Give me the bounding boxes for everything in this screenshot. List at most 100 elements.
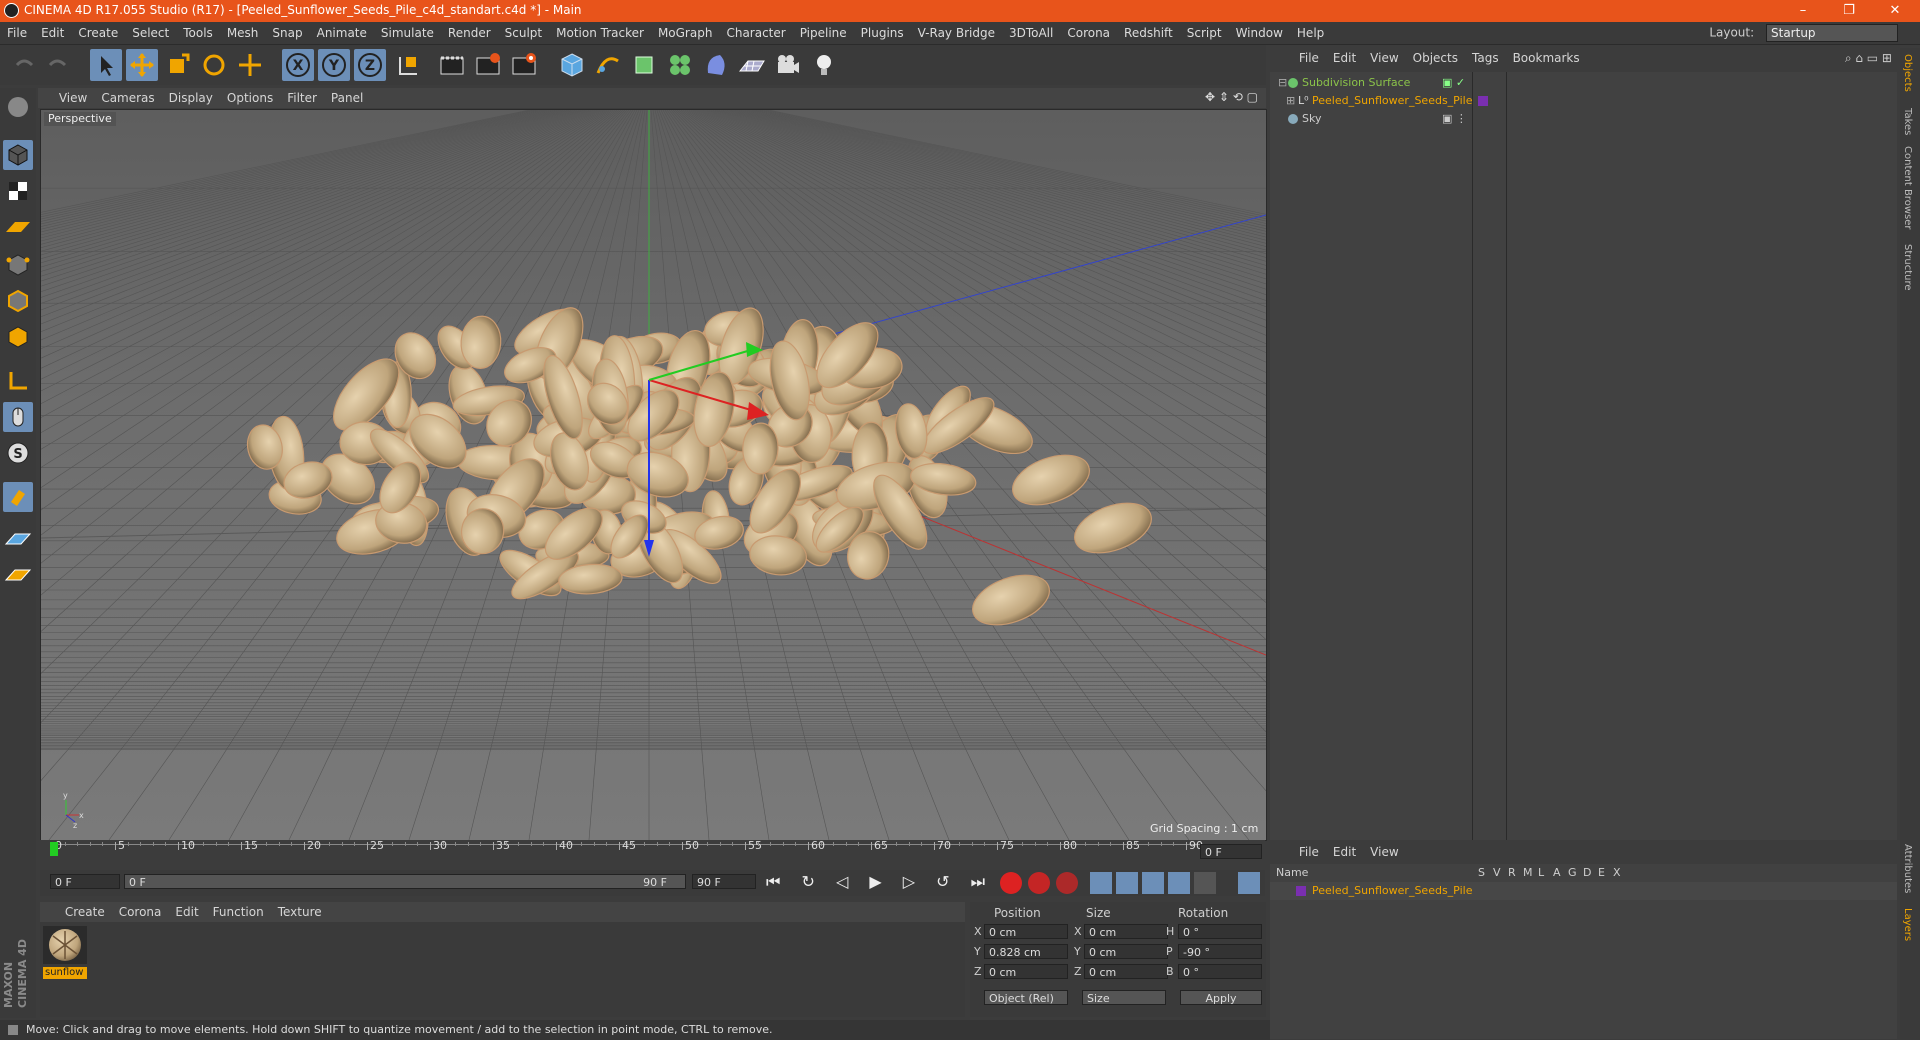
- camera-icon[interactable]: [772, 49, 804, 81]
- apply-button[interactable]: Apply: [1180, 990, 1262, 1005]
- viewport-menu-panel[interactable]: Panel: [324, 88, 370, 108]
- rotation-field[interactable]: 0 °: [1178, 964, 1262, 979]
- rotate-tool-icon[interactable]: [198, 49, 230, 81]
- objects-menu-file[interactable]: File: [1292, 48, 1326, 68]
- menu-snap[interactable]: Snap: [265, 22, 309, 44]
- menu-tools[interactable]: Tools: [176, 22, 220, 44]
- 3d-viewport[interactable]: y x z: [40, 109, 1267, 841]
- polygons-mode-icon[interactable]: [3, 322, 33, 352]
- workplane-mode-icon[interactable]: [3, 212, 33, 242]
- object-manager-icons[interactable]: ⌕ ⌂ ▭ ⊞: [1845, 51, 1892, 66]
- start-frame-field[interactable]: 0 F: [50, 874, 120, 889]
- menu-edit[interactable]: Edit: [34, 22, 71, 44]
- menu-pipeline[interactable]: Pipeline: [793, 22, 854, 44]
- texture-mode-icon[interactable]: [3, 176, 33, 206]
- record-icon[interactable]: [1000, 872, 1022, 894]
- menu-vray-bridge[interactable]: V-Ray Bridge: [911, 22, 1002, 44]
- layer-column-header[interactable]: M: [1523, 866, 1533, 879]
- pla-key-icon[interactable]: [1194, 872, 1216, 894]
- menu-character[interactable]: Character: [719, 22, 792, 44]
- model-mode-icon[interactable]: [3, 140, 33, 170]
- objects-menu-bookmarks[interactable]: Bookmarks: [1506, 48, 1587, 68]
- floor-icon[interactable]: [736, 49, 768, 81]
- x-axis-lock-icon[interactable]: X: [282, 49, 314, 81]
- snap-icon[interactable]: S: [3, 438, 33, 468]
- layers-menu-view[interactable]: View: [1363, 842, 1405, 862]
- menu-animate[interactable]: Animate: [310, 22, 374, 44]
- pen-spline-icon[interactable]: [592, 49, 624, 81]
- layer-column-header[interactable]: G: [1568, 866, 1577, 879]
- menu-select[interactable]: Select: [125, 22, 176, 44]
- layer-row[interactable]: Peeled_Sunflower_Seeds_Pile: [1270, 882, 1897, 900]
- layer-column-header[interactable]: L: [1538, 866, 1544, 879]
- coordinate-system-icon[interactable]: [392, 49, 424, 81]
- layers-menu-file[interactable]: File: [1292, 842, 1326, 862]
- rotation-key-icon[interactable]: [1142, 872, 1164, 894]
- menu-mesh[interactable]: Mesh: [220, 22, 266, 44]
- rotation-field[interactable]: -90 °: [1178, 944, 1262, 959]
- layer-column-header[interactable]: D: [1583, 866, 1591, 879]
- object-row-subdivision[interactable]: ⊟ Subdivision Surface ▣ ✓: [1270, 74, 1897, 92]
- viewport-menu-options[interactable]: Options: [220, 88, 280, 108]
- transform-tool-icon[interactable]: [234, 49, 266, 81]
- position-key-icon[interactable]: [1090, 872, 1112, 894]
- keyframe-selection-icon[interactable]: [1056, 872, 1078, 894]
- redo-icon[interactable]: [42, 49, 74, 81]
- viewport-menu-display[interactable]: Display: [162, 88, 220, 108]
- playhead[interactable]: [50, 842, 58, 856]
- close-button[interactable]: ✕: [1872, 0, 1918, 22]
- menu-script[interactable]: Script: [1180, 22, 1229, 44]
- cloner-icon[interactable]: [664, 49, 696, 81]
- select-arrow-icon[interactable]: [90, 49, 122, 81]
- size-mode-dropdown[interactable]: Size: [1082, 990, 1166, 1005]
- layer-column-header[interactable]: V: [1493, 866, 1501, 879]
- position-field[interactable]: 0 cm: [984, 964, 1068, 979]
- menu-motion-tracker[interactable]: Motion Tracker: [549, 22, 651, 44]
- minimize-button[interactable]: –: [1780, 0, 1826, 22]
- size-field[interactable]: 0 cm: [1084, 964, 1168, 979]
- tab-content-browser[interactable]: Content Browser: [1902, 146, 1913, 229]
- workplane-lock-icon[interactable]: [3, 526, 33, 556]
- layer-column-header[interactable]: R: [1508, 866, 1516, 879]
- objects-menu-tags[interactable]: Tags: [1465, 48, 1506, 68]
- layer-column-header[interactable]: X: [1613, 866, 1621, 879]
- frame-range-slider[interactable]: 0 F 90 F: [124, 874, 686, 889]
- quantize-icon[interactable]: [3, 562, 33, 592]
- current-frame-field[interactable]: 0 F: [1200, 844, 1262, 859]
- subdivision-surface-icon[interactable]: [628, 49, 660, 81]
- menu-sculpt[interactable]: Sculpt: [498, 22, 549, 44]
- menu-file[interactable]: File: [0, 22, 34, 44]
- menu-help[interactable]: Help: [1290, 22, 1331, 44]
- menu-mograph[interactable]: MoGraph: [651, 22, 720, 44]
- maximize-button[interactable]: ❐: [1826, 0, 1872, 22]
- parameter-key-icon[interactable]: [1168, 872, 1190, 894]
- edges-mode-icon[interactable]: [3, 286, 33, 316]
- tab-attributes[interactable]: Attributes: [1902, 844, 1913, 893]
- objects-menu-objects[interactable]: Objects: [1406, 48, 1465, 68]
- end-frame-field[interactable]: 90 F: [692, 874, 756, 889]
- cube-primitive-icon[interactable]: [556, 49, 588, 81]
- undo-icon[interactable]: [8, 49, 40, 81]
- tab-structure[interactable]: Structure: [1902, 244, 1913, 291]
- layer-column-header[interactable]: S: [1478, 866, 1485, 879]
- scale-key-icon[interactable]: [1116, 872, 1138, 894]
- magnet-icon[interactable]: [3, 482, 33, 512]
- layer-column-header[interactable]: E: [1598, 866, 1605, 879]
- material-menu-edit[interactable]: Edit: [168, 902, 205, 922]
- y-axis-lock-icon[interactable]: Y: [318, 49, 350, 81]
- move-tool-icon[interactable]: [126, 49, 158, 81]
- material-menu-corona[interactable]: Corona: [112, 902, 169, 922]
- tab-takes[interactable]: Takes: [1902, 108, 1913, 135]
- z-axis-lock-icon[interactable]: Z: [354, 49, 386, 81]
- layout-dropdown[interactable]: Startup: [1766, 24, 1898, 42]
- objects-menu-view[interactable]: View: [1363, 48, 1405, 68]
- axis-mode-icon[interactable]: [3, 366, 33, 396]
- timeline-ruler[interactable]: 0 5 10 15 20 25 30 35 40 45 50 55 60 65 70 75 80 85 90 0 F: [40, 839, 1265, 866]
- object-row-seeds-pile[interactable]: ⊞ L⁰ Peeled_Sunflower_Seeds_Pile: [1270, 92, 1897, 110]
- size-field[interactable]: 0 cm: [1084, 924, 1168, 939]
- scale-tool-icon[interactable]: [162, 49, 194, 81]
- menu-redshift[interactable]: Redshift: [1117, 22, 1180, 44]
- playback-controls[interactable]: ⏮ ↻ ◁ ▶ ▷ ↺ ⏭: [766, 872, 993, 892]
- material-menu-function[interactable]: Function: [206, 902, 271, 922]
- menu-corona[interactable]: Corona: [1060, 22, 1117, 44]
